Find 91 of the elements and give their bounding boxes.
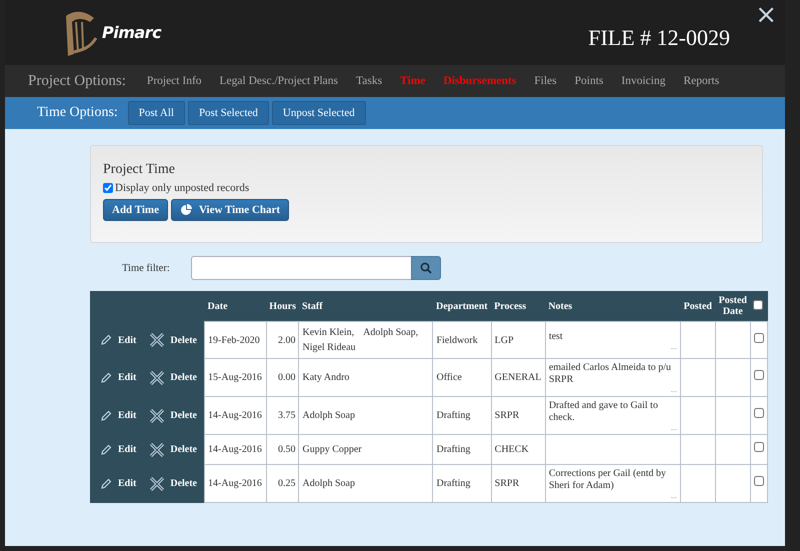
checkbox[interactable] bbox=[103, 183, 113, 193]
edit-button[interactable]: Edit bbox=[100, 410, 136, 422]
nav-label: Project Options: bbox=[28, 72, 126, 90]
delete-button[interactable]: Delete bbox=[150, 333, 197, 347]
date-cell: 19-Feb-2020 bbox=[204, 322, 266, 358]
department-cell: Drafting bbox=[432, 396, 492, 434]
nav-link[interactable]: Invoicing bbox=[612, 75, 674, 87]
process-cell: GENERAL bbox=[491, 358, 546, 396]
pencil-icon bbox=[100, 410, 112, 422]
edit-button[interactable]: Edit bbox=[100, 478, 136, 490]
nav-link[interactable]: Project Info bbox=[138, 75, 211, 87]
process-cell: SRPR bbox=[491, 464, 546, 502]
checkbox[interactable] bbox=[754, 408, 764, 418]
post-button[interactable]: Post All bbox=[128, 101, 185, 125]
cross-icon bbox=[150, 408, 164, 422]
column-header: Posted Date bbox=[715, 291, 750, 322]
cross-icon bbox=[150, 476, 164, 490]
search-icon bbox=[420, 262, 432, 274]
pie-chart-icon bbox=[180, 204, 192, 216]
checkbox[interactable] bbox=[754, 476, 764, 486]
cross-icon bbox=[150, 370, 164, 384]
filter-label: Time filter: bbox=[122, 262, 171, 274]
staff-name: Kevin Klein, bbox=[302, 326, 354, 340]
date-cell: 14-Aug-2016 bbox=[204, 464, 266, 502]
view-chart-button[interactable]: View Time Chart bbox=[170, 199, 290, 221]
staff-name: Adolph Soap, bbox=[363, 326, 418, 340]
hours-cell: 0.00 bbox=[266, 358, 299, 396]
date-cell: 14-Aug-2016 bbox=[204, 434, 266, 464]
hours-cell: 2.00 bbox=[266, 322, 299, 358]
department-cell: Drafting bbox=[432, 464, 492, 502]
checkbox[interactable] bbox=[754, 370, 764, 380]
edit-button[interactable]: Edit bbox=[100, 334, 136, 346]
pencil-icon bbox=[100, 334, 112, 346]
department-cell: Office bbox=[432, 358, 492, 396]
column-header: Notes bbox=[545, 291, 680, 322]
time-options-label: Time Options: bbox=[37, 105, 118, 121]
column-header: Posted bbox=[680, 291, 716, 322]
process-cell: SRPR bbox=[491, 396, 546, 434]
column-header: Date bbox=[204, 291, 266, 322]
column-header: Staff bbox=[298, 291, 433, 322]
search-button[interactable] bbox=[411, 256, 441, 280]
department-cell: Drafting bbox=[432, 434, 492, 464]
delete-button[interactable]: Delete bbox=[150, 370, 197, 384]
nav-link[interactable]: Files bbox=[525, 75, 566, 87]
nav-link[interactable]: Time bbox=[391, 75, 434, 87]
checkbox-label: Display only unposted records bbox=[115, 182, 250, 194]
column-header: Hours bbox=[266, 291, 299, 322]
date-cell: 15-Aug-2016 bbox=[204, 358, 266, 396]
post-button[interactable]: Unpost Selected bbox=[272, 101, 366, 125]
cross-icon bbox=[150, 442, 164, 456]
hours-cell: 0.50 bbox=[266, 434, 299, 464]
notes-text: Corrections per Gail (entd by Sheri for Adam) bbox=[548, 468, 667, 492]
notes-text: test bbox=[548, 330, 564, 342]
edit-button[interactable]: Edit bbox=[100, 372, 136, 384]
edit-button[interactable]: Edit bbox=[100, 444, 136, 456]
nav-link[interactable]: Tasks bbox=[347, 75, 392, 87]
staff-name: Nigel Rideau bbox=[302, 341, 356, 355]
delete-button[interactable]: Delete bbox=[150, 476, 197, 490]
nav-link[interactable]: Disbursements bbox=[434, 75, 526, 87]
notes-text: Drafted and gave to Gail to check. bbox=[548, 400, 659, 424]
hours-cell: 3.75 bbox=[266, 396, 299, 434]
checkbox[interactable] bbox=[753, 300, 764, 310]
process-cell: CHECK bbox=[491, 434, 546, 464]
checkbox[interactable] bbox=[754, 332, 764, 342]
panel-title: Project Time bbox=[103, 162, 176, 178]
filter-field[interactable] bbox=[191, 256, 411, 280]
staff-name: Guppy Copper bbox=[302, 443, 362, 457]
staff-name: Adolph Soap bbox=[302, 477, 355, 491]
process-cell: LGP bbox=[491, 322, 546, 358]
nav-link[interactable]: Reports bbox=[674, 75, 728, 87]
nav-link[interactable]: Points bbox=[566, 75, 612, 87]
add-time-button[interactable]: Add Time bbox=[103, 199, 168, 221]
cross-icon bbox=[150, 333, 164, 347]
date-cell: 14-Aug-2016 bbox=[204, 396, 266, 434]
hours-cell: 0.25 bbox=[266, 464, 299, 502]
delete-button[interactable]: Delete bbox=[150, 408, 197, 422]
pencil-icon bbox=[100, 372, 112, 384]
pencil-icon bbox=[100, 444, 112, 456]
notes-text: emailed Carlos Almeida to p/u SRPR bbox=[548, 362, 672, 386]
post-button[interactable]: Post Selected bbox=[188, 101, 269, 125]
column-header: Department bbox=[432, 291, 492, 322]
brand-name: Pimarc bbox=[102, 23, 162, 42]
staff-name: Katy Andro bbox=[302, 371, 350, 385]
delete-button[interactable]: Delete bbox=[150, 442, 197, 456]
file-title: FILE # 12-0029 bbox=[588, 24, 730, 50]
staff-name: Adolph Soap bbox=[302, 409, 355, 423]
nav-link[interactable]: Legal Desc./Project Plans bbox=[210, 75, 348, 87]
column-header: Process bbox=[491, 291, 546, 322]
pencil-icon bbox=[100, 478, 112, 490]
department-cell: Fieldwork bbox=[432, 322, 492, 358]
checkbox[interactable] bbox=[754, 442, 764, 452]
